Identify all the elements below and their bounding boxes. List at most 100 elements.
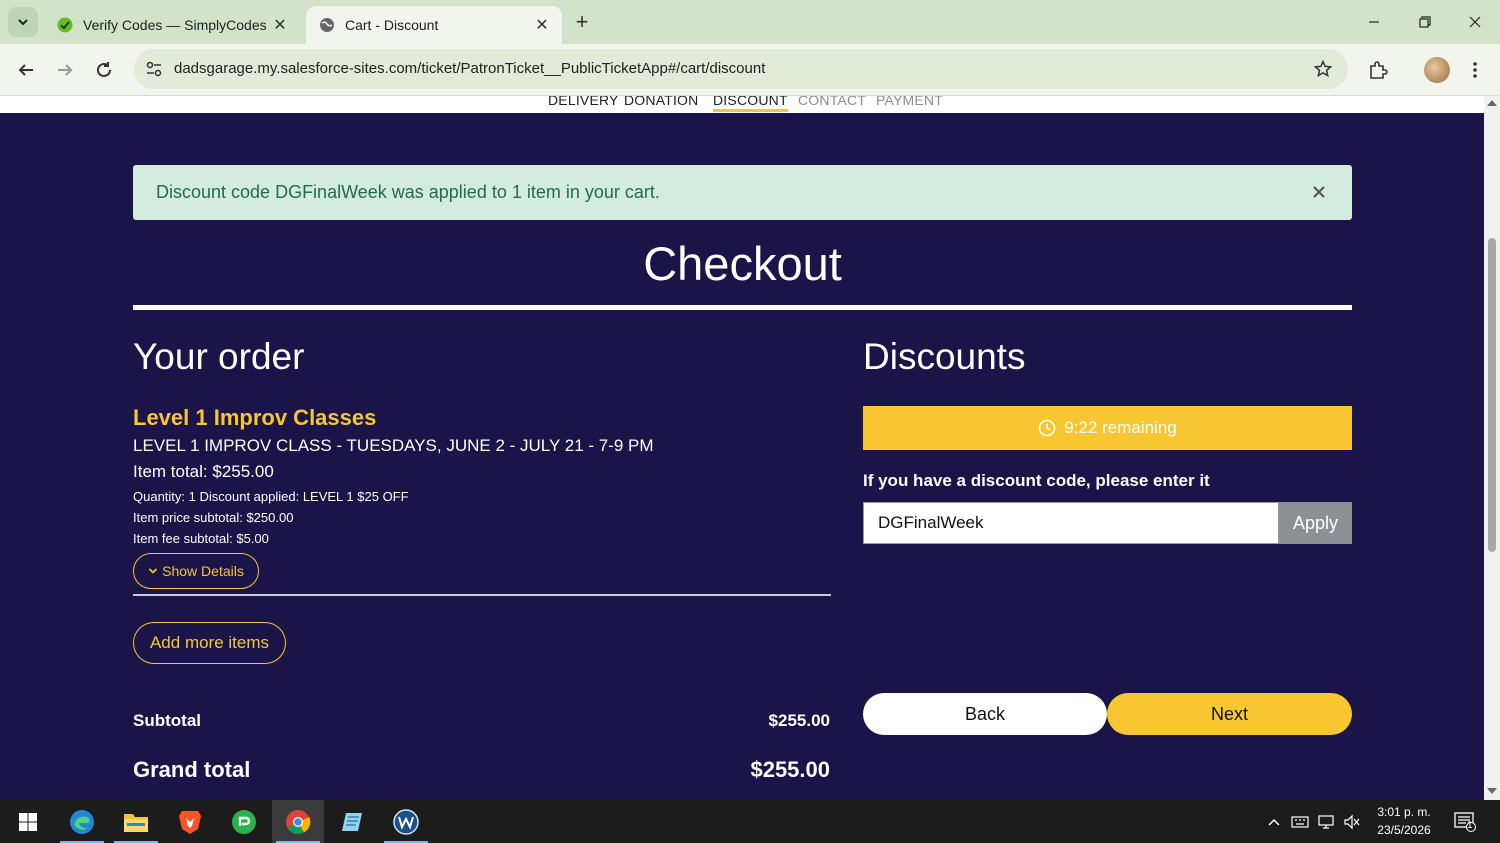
scroll-down-arrow-icon[interactable] bbox=[1487, 788, 1497, 794]
reload-icon bbox=[97, 62, 111, 77]
subtotal-label: Subtotal bbox=[133, 711, 201, 730]
alert-message: Discount code DGFinalWeek was applied to… bbox=[156, 182, 660, 202]
w-app-icon bbox=[393, 808, 419, 835]
browser-tabbar: Verify Codes — SimplyCodes ✕ Cart - Disc… bbox=[0, 0, 1500, 44]
brave-lion-icon bbox=[179, 810, 201, 834]
show-details-button[interactable]: Show Details bbox=[133, 553, 259, 589]
item-fee-subtotal: Item fee subtotal: $5.00 bbox=[133, 531, 269, 546]
url-text: dadsgarage.my.salesforce-sites.com/ticke… bbox=[174, 60, 766, 77]
close-icon bbox=[1469, 16, 1481, 28]
close-tab-icon[interactable]: ✕ bbox=[534, 15, 550, 35]
page-scrollbar[interactable] bbox=[1484, 96, 1500, 800]
minimize-icon bbox=[1369, 21, 1379, 23]
chevron-down-icon bbox=[149, 568, 158, 574]
green-circle-app-icon bbox=[232, 809, 256, 834]
kebab-menu-icon bbox=[1473, 62, 1477, 78]
notifications-button[interactable]: 1 bbox=[1452, 810, 1478, 834]
next-button[interactable]: Next bbox=[1107, 693, 1352, 735]
step-payment: PAYMENT bbox=[876, 96, 943, 108]
muted-speaker-icon bbox=[1344, 814, 1360, 830]
taskbar-green-app[interactable] bbox=[218, 800, 270, 843]
item-price-subtotal: Item price subtotal: $250.00 bbox=[133, 510, 294, 525]
site-settings-icon[interactable] bbox=[144, 59, 164, 79]
notepad-icon bbox=[342, 812, 362, 831]
item-subtitle: LEVEL 1 IMPROV CLASS - TUESDAYS, JUNE 2 … bbox=[133, 436, 654, 455]
step-donation[interactable]: DONATION bbox=[624, 96, 698, 108]
system-clock[interactable]: 3:01 p. m. 23/5/2026 bbox=[1370, 803, 1438, 839]
grand-total-value: $255.00 bbox=[750, 757, 830, 782]
apply-button[interactable]: Apply bbox=[1279, 502, 1352, 544]
reload-button[interactable] bbox=[90, 56, 118, 84]
back-nav-button[interactable] bbox=[12, 56, 40, 84]
taskbar-file-explorer[interactable] bbox=[110, 800, 162, 843]
tab-cart-discount[interactable]: Cart - Discount ✕ bbox=[306, 6, 562, 44]
input-indicator[interactable] bbox=[1290, 812, 1310, 832]
step-delivery[interactable]: DELIVERY bbox=[548, 96, 619, 108]
close-tab-icon[interactable]: ✕ bbox=[272, 15, 288, 35]
step-contact: CONTACT bbox=[798, 96, 867, 108]
keyboard-icon bbox=[1291, 816, 1309, 828]
profile-avatar[interactable] bbox=[1424, 57, 1450, 83]
windows-logo-icon bbox=[19, 812, 37, 831]
discount-code-input[interactable] bbox=[863, 502, 1279, 544]
simplycodes-favicon-icon bbox=[56, 16, 74, 34]
scroll-up-arrow-icon[interactable] bbox=[1487, 100, 1497, 106]
tab-title: Cart - Discount bbox=[345, 17, 439, 33]
arrow-left-icon bbox=[18, 64, 33, 76]
taskbar-brave[interactable] bbox=[164, 800, 216, 843]
new-tab-button[interactable]: + bbox=[570, 10, 594, 34]
show-details-label: Show Details bbox=[162, 563, 244, 579]
checkout-steps: DELIVERY DONATION DISCOUNT CONTACT PAYME… bbox=[0, 96, 1484, 113]
arrow-right-icon bbox=[58, 64, 73, 76]
back-button[interactable]: Back bbox=[863, 693, 1107, 735]
taskbar-chrome[interactable] bbox=[272, 800, 324, 843]
notification-count: 1 bbox=[1467, 820, 1473, 831]
cart-timer: 9:22 remaining bbox=[863, 406, 1352, 450]
restore-window-button[interactable] bbox=[1411, 8, 1439, 36]
tab-title: Verify Codes — SimplyCodes bbox=[83, 17, 267, 33]
close-window-button[interactable] bbox=[1461, 8, 1489, 36]
browser-menu-button[interactable] bbox=[1461, 56, 1489, 84]
clock-time: 3:01 p. m. bbox=[1377, 805, 1431, 819]
chrome-icon bbox=[286, 809, 311, 834]
item-quantity-discount: Quantity: 1 Discount applied: LEVEL 1 $2… bbox=[133, 489, 409, 504]
globe-icon bbox=[318, 16, 336, 34]
network-icon bbox=[1318, 815, 1334, 829]
discounts-heading: Discounts bbox=[863, 336, 1026, 377]
clock-date: 23/5/2026 bbox=[1377, 823, 1431, 837]
order-divider bbox=[133, 594, 831, 596]
tab-verify-codes[interactable]: Verify Codes — SimplyCodes ✕ bbox=[44, 6, 300, 44]
step-discount[interactable]: DISCOUNT bbox=[713, 96, 788, 112]
forward-nav-button[interactable] bbox=[51, 56, 79, 84]
order-heading: Your order bbox=[133, 336, 305, 377]
title-divider bbox=[133, 305, 1352, 310]
clock-icon bbox=[1038, 419, 1056, 437]
page-content: DELIVERY DONATION DISCOUNT CONTACT PAYME… bbox=[0, 96, 1484, 800]
item-name: Level 1 Improv Classes bbox=[133, 405, 377, 430]
edge-icon bbox=[70, 809, 94, 834]
show-hidden-icons-button[interactable] bbox=[1264, 812, 1284, 832]
taskbar-edge[interactable] bbox=[56, 800, 108, 843]
bookmark-star-icon[interactable] bbox=[1312, 58, 1334, 80]
address-bar[interactable]: dadsgarage.my.salesforce-sites.com/ticke… bbox=[134, 49, 1348, 89]
taskbar-notepad[interactable] bbox=[326, 800, 378, 843]
scrollbar-thumb[interactable] bbox=[1488, 238, 1496, 552]
timer-text: 9:22 remaining bbox=[1064, 418, 1177, 437]
discount-code-prompt: If you have a discount code, please ente… bbox=[863, 471, 1210, 490]
grand-total-label: Grand total bbox=[133, 757, 251, 782]
discount-applied-alert: Discount code DGFinalWeek was applied to… bbox=[133, 165, 1352, 220]
volume-status[interactable] bbox=[1342, 812, 1362, 832]
network-status[interactable] bbox=[1316, 812, 1336, 832]
start-button[interactable] bbox=[2, 800, 54, 843]
item-total: Item total: $255.00 bbox=[133, 462, 274, 481]
browser-toolbar: dadsgarage.my.salesforce-sites.com/ticke… bbox=[0, 44, 1500, 96]
puzzle-icon bbox=[1370, 61, 1388, 79]
add-more-items-button[interactable]: Add more items bbox=[133, 622, 286, 664]
extensions-button[interactable] bbox=[1364, 56, 1392, 84]
taskbar-writer[interactable] bbox=[380, 800, 432, 843]
close-alert-icon[interactable] bbox=[1310, 183, 1328, 201]
minimize-window-button[interactable] bbox=[1360, 8, 1388, 36]
chevron-up-icon bbox=[1268, 818, 1280, 826]
chevron-down-icon bbox=[18, 19, 28, 26]
tab-search-button[interactable] bbox=[8, 7, 38, 37]
